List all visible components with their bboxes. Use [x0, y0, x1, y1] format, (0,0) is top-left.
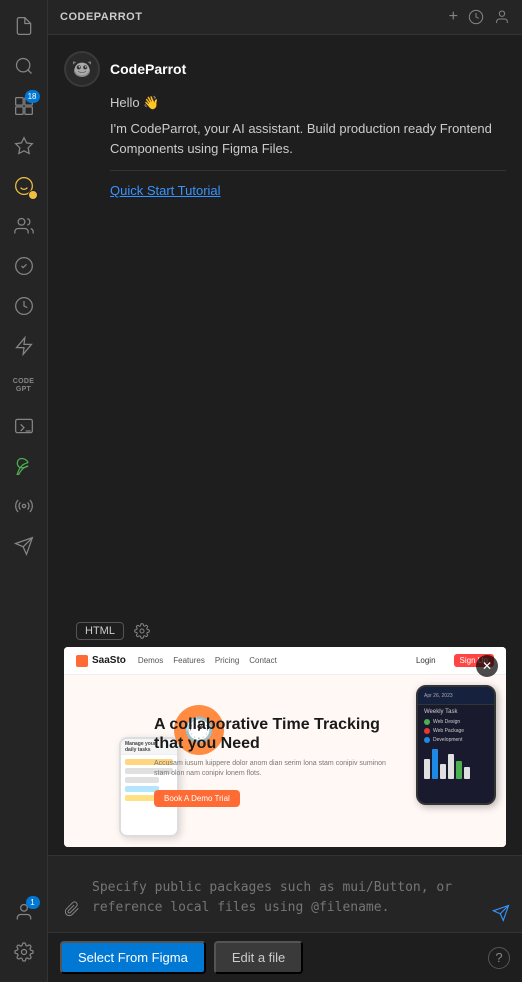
- topbar-actions: +: [449, 8, 510, 26]
- sidebar-item-check[interactable]: [6, 248, 42, 284]
- saasto-weekly-label: Weekly Task: [424, 709, 488, 715]
- saasto-nav-contact: Contact: [249, 656, 277, 665]
- assistant-greeting: Hello 👋: [110, 95, 506, 111]
- preview-image: ✕ SaaSto Demos Features Pricing Contact: [64, 647, 506, 847]
- sidebar-item-team[interactable]: [6, 208, 42, 244]
- divider: [110, 170, 506, 171]
- sidebar-item-leaf[interactable]: [6, 448, 42, 484]
- extensions-badge: 18: [25, 90, 40, 103]
- task-label-3: Development: [433, 737, 462, 743]
- saasto-nav-demos: Demos: [138, 656, 163, 665]
- saasto-hero-title: A collaborative Time Tracking that you N…: [154, 715, 396, 753]
- sidebar-item-radio[interactable]: [6, 488, 42, 524]
- saasto-nav-features: Features: [173, 656, 205, 665]
- task-label-2: Web Package: [433, 728, 464, 734]
- send-button[interactable]: [492, 904, 510, 924]
- bar-6: [464, 767, 470, 779]
- saasto-navbar: SaaSto Demos Features Pricing Contact Lo…: [64, 647, 506, 675]
- saasto-brand: SaaSto: [76, 655, 126, 667]
- saasto-task-2: Web Package: [424, 728, 488, 734]
- preview-card: HTML ✕ SaaSto: [64, 615, 506, 847]
- sidebar-item-user[interactable]: 1: [6, 894, 42, 930]
- sidebar-item-settings[interactable]: [6, 934, 42, 970]
- edit-file-button[interactable]: Edit a file: [214, 941, 303, 974]
- saasto-phone-right-header: Apr 26, 2023: [418, 687, 494, 705]
- assistant-description: I'm CodeParrot, your AI assistant. Build…: [110, 119, 506, 158]
- sidebar-item-lightning[interactable]: [6, 328, 42, 364]
- add-icon[interactable]: +: [449, 8, 458, 26]
- sidebar-item-search[interactable]: [6, 48, 42, 84]
- topbar: CODEPARROT +: [48, 0, 522, 35]
- sidebar-item-files[interactable]: [6, 8, 42, 44]
- sidebar-item-history[interactable]: [6, 288, 42, 324]
- saasto-preview: SaaSto Demos Features Pricing Contact Lo…: [64, 647, 506, 847]
- saasto-brand-icon: [76, 655, 88, 667]
- saasto-nav-pricing: Pricing: [215, 656, 239, 665]
- account-icon[interactable]: [494, 9, 510, 25]
- saasto-cta-button[interactable]: Book A Demo Trial: [154, 790, 240, 807]
- sidebar-item-extensions[interactable]: 18: [6, 88, 42, 124]
- sidebar-item-terminal[interactable]: [6, 408, 42, 444]
- footer-bar: Select From Figma Edit a file ?: [48, 932, 522, 982]
- bar-3: [440, 764, 446, 779]
- input-box: [60, 864, 510, 924]
- saasto-brand-name: SaaSto: [92, 655, 126, 666]
- bottom-toolbar: HTML: [64, 615, 506, 647]
- task-dot-1: [424, 719, 430, 725]
- saasto-date: Apr 26, 2023: [424, 693, 453, 699]
- close-preview-button[interactable]: ✕: [476, 655, 498, 677]
- history-clock-icon[interactable]: [468, 9, 484, 25]
- saasto-hero-subtitle: Accusam iusum luippere dolor anom dian s…: [154, 759, 396, 779]
- codegpt-label: CODEGPT: [13, 378, 34, 395]
- assistant-avatar: [64, 51, 100, 87]
- quick-start-link[interactable]: Quick Start Tutorial: [110, 183, 506, 198]
- chat-area: CodeParrot Hello 👋 I'm CodeParrot, your …: [48, 35, 522, 855]
- saasto-hero-text: A collaborative Time Tracking that you N…: [154, 715, 396, 808]
- saasto-phone-right: Apr 26, 2023 Weekly Task Web Design: [416, 685, 496, 805]
- select-figma-button[interactable]: Select From Figma: [60, 941, 206, 974]
- sidebar: 18: [0, 0, 48, 982]
- task-label-1: Web Design: [433, 719, 460, 725]
- bar-4: [448, 754, 454, 779]
- task-dot-2: [424, 728, 430, 734]
- task-dot-3: [424, 737, 430, 743]
- bar-1: [424, 759, 430, 779]
- topbar-title: CODEPARROT: [60, 11, 449, 23]
- saasto-hero: 🕐 Manage yourdaily tasks: [64, 675, 506, 847]
- sidebar-item-star[interactable]: [6, 128, 42, 164]
- phone-left-label: Manage yourdaily tasks: [125, 741, 156, 753]
- bar-5: [456, 761, 462, 779]
- attach-button[interactable]: [60, 897, 84, 924]
- html-tag[interactable]: HTML: [76, 622, 124, 640]
- input-area: [48, 855, 522, 932]
- sidebar-item-bird[interactable]: [6, 528, 42, 564]
- help-button[interactable]: ?: [488, 947, 510, 969]
- bar-2: [432, 749, 438, 779]
- saasto-phone-right-content: Weekly Task Web Design Web Package: [418, 705, 494, 783]
- user-badge: 1: [26, 896, 40, 909]
- main-panel: CODEPARROT +: [48, 0, 522, 982]
- saasto-chart: [424, 749, 488, 779]
- assistant-name: CodeParrot: [110, 61, 186, 77]
- saasto-task-3: Development: [424, 737, 488, 743]
- assistant-message: CodeParrot Hello 👋 I'm CodeParrot, your …: [64, 51, 506, 198]
- sidebar-item-codeparrot[interactable]: [6, 168, 42, 204]
- settings-gear-icon[interactable]: [132, 621, 152, 641]
- sidebar-item-codegpt[interactable]: CODEGPT: [6, 368, 42, 404]
- message-input[interactable]: [92, 874, 484, 924]
- saasto-nav-links: Demos Features Pricing Contact: [138, 656, 277, 665]
- saasto-task-1: Web Design: [424, 719, 488, 725]
- saasto-login: Login: [416, 656, 436, 665]
- assistant-header: CodeParrot: [64, 51, 506, 87]
